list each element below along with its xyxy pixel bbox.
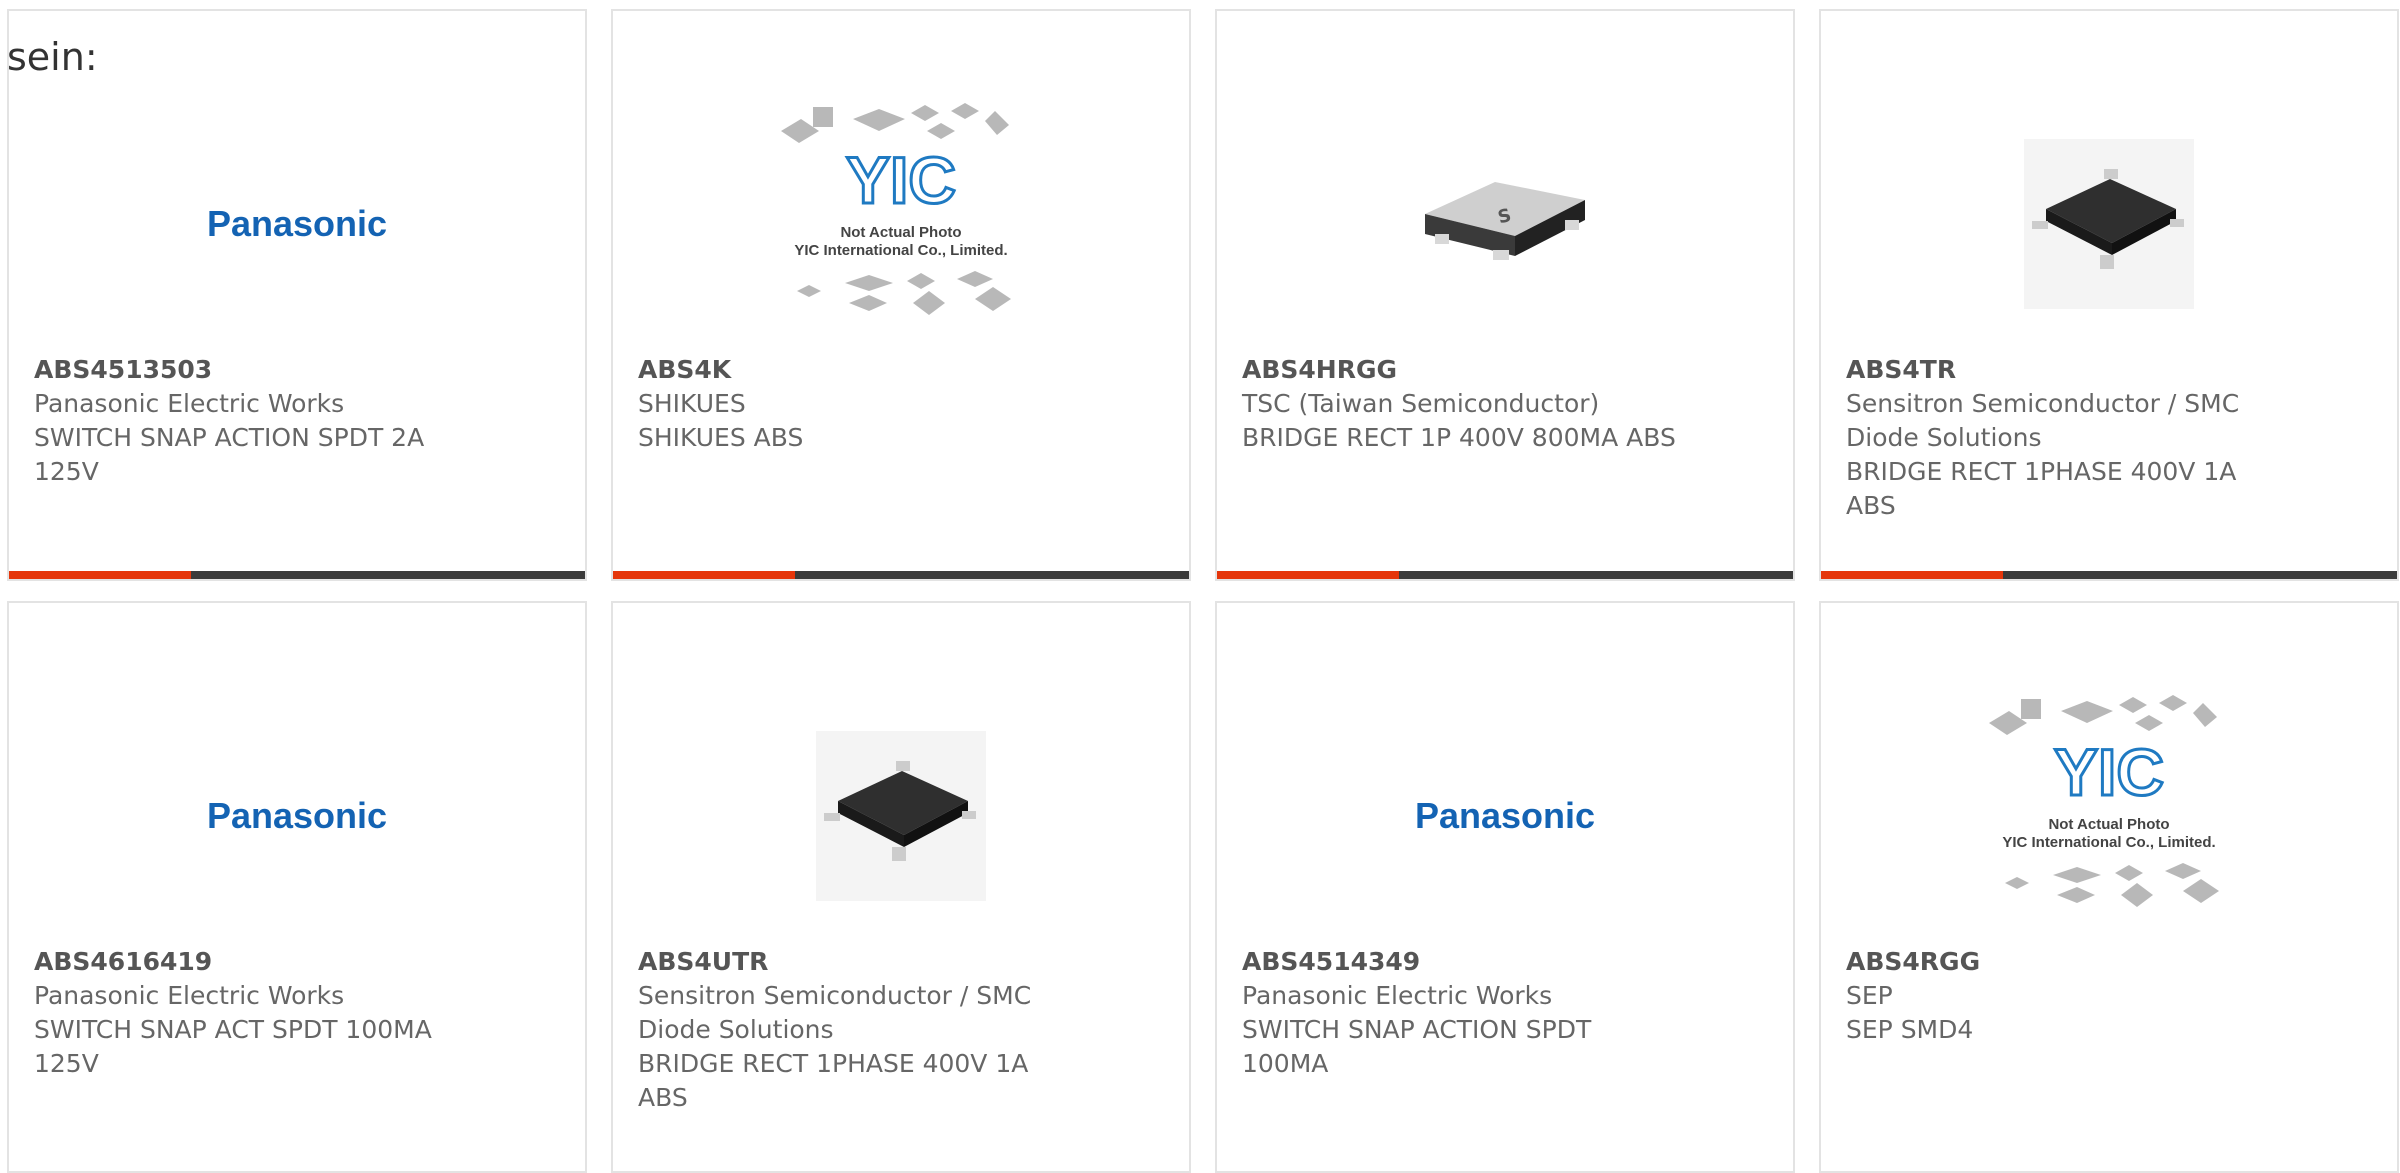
yic-placeholder-image: YIC Not Actual Photo YIC International C… <box>781 103 1011 315</box>
description: BRIDGE RECT 1PHASE 400V 1A ABS <box>638 1049 1029 1112</box>
image-caption: Not Actual Photo <box>840 224 961 241</box>
manufacturer: Sensitron Semiconductor / SMC Diode Solu… <box>638 981 1032 1044</box>
image-caption: Not Actual Photo <box>2048 816 2169 833</box>
part-number-link[interactable]: ABS4TR <box>1846 353 2286 387</box>
description: SWITCH SNAP ACT SPDT 100MA 125V <box>34 1015 432 1078</box>
manufacturer: SHIKUES <box>638 389 746 418</box>
tsc-chip-photo: S <box>1425 182 1585 260</box>
product-image[interactable] <box>613 681 1189 951</box>
description: SWITCH SNAP ACTION SPDT 100MA <box>1242 1015 1592 1078</box>
product-image[interactable]: Panasonic <box>9 89 585 359</box>
product-card[interactable]: YIC Not Actual Photo YIC International C… <box>1819 601 2399 1173</box>
product-grid: Panasonic ABS4513503 Panasonic Electric … <box>7 9 2400 1173</box>
part-number-link[interactable]: ABS4616419 <box>34 945 474 979</box>
yic-logo: YIC <box>846 143 956 217</box>
panasonic-logo: Panasonic <box>206 203 388 244</box>
manufacturer: SEP <box>1846 981 1893 1010</box>
card-bar-accent <box>1821 571 2003 579</box>
yic-placeholder-image: YIC Not Actual Photo YIC International C… <box>1989 695 2219 907</box>
description: SHIKUES ABS <box>638 423 804 452</box>
image-caption: YIC International Co., Limited. <box>2002 834 2215 851</box>
card-bar-accent <box>1217 571 1399 579</box>
product-image[interactable]: YIC Not Actual Photo YIC International C… <box>613 81 1189 351</box>
description: BRIDGE RECT 1PHASE 400V 1A ABS <box>1846 457 2237 520</box>
card-bar <box>613 571 1189 579</box>
product-image[interactable]: S <box>1217 89 1793 359</box>
product-card[interactable]: Panasonic ABS4616419 Panasonic Electric … <box>7 601 587 1173</box>
product-image[interactable]: YIC Not Actual Photo YIC International C… <box>1821 673 2397 943</box>
part-number-link[interactable]: ABS4K <box>638 353 1078 387</box>
card-bar <box>9 571 585 579</box>
image-caption: YIC International Co., Limited. <box>794 242 1007 259</box>
description: BRIDGE RECT 1P 400V 800MA ABS <box>1242 423 1676 452</box>
manufacturer: Panasonic Electric Works <box>34 981 345 1010</box>
card-bar-accent <box>613 571 795 579</box>
product-card[interactable]: ABS4TR Sensitron Semiconductor / SMC Dio… <box>1819 9 2399 581</box>
manufacturer: Panasonic Electric Works <box>34 389 345 418</box>
manufacturer: Panasonic Electric Works <box>1242 981 1553 1010</box>
description: SEP SMD4 <box>1846 1015 1974 1044</box>
card-bar-accent <box>9 571 191 579</box>
part-number-link[interactable]: ABS4514349 <box>1242 945 1682 979</box>
intro-label: sein: <box>7 35 98 79</box>
product-card[interactable]: ABS4UTR Sensitron Semiconductor / SMC Di… <box>611 601 1191 1173</box>
part-number-link[interactable]: ABS4HRGG <box>1242 353 1682 387</box>
panasonic-logo: Panasonic <box>1414 795 1596 836</box>
panasonic-logo: Panasonic <box>206 795 388 836</box>
part-number-link[interactable]: ABS4RGG <box>1846 945 2286 979</box>
product-image[interactable]: Panasonic <box>9 681 585 951</box>
product-card[interactable]: Panasonic ABS4513503 Panasonic Electric … <box>7 9 587 581</box>
card-bar <box>1217 571 1793 579</box>
manufacturer: TSC (Taiwan Semiconductor) <box>1242 389 1600 418</box>
product-card[interactable]: S ABS4HRGG TSC (Taiwan Semiconductor) BR… <box>1215 9 1795 581</box>
part-number-link[interactable]: ABS4UTR <box>638 945 1078 979</box>
manufacturer: Sensitron Semiconductor / SMC Diode Solu… <box>1846 389 2240 452</box>
yic-logo: YIC <box>2054 735 2164 809</box>
card-bar <box>1821 571 2397 579</box>
product-card[interactable]: Panasonic ABS4514349 Panasonic Electric … <box>1215 601 1795 1173</box>
product-image[interactable] <box>1821 89 2397 359</box>
smd-chip-photo <box>2024 139 2194 309</box>
product-card[interactable]: YIC Not Actual Photo YIC International C… <box>611 9 1191 581</box>
product-image[interactable]: Panasonic <box>1217 681 1793 951</box>
part-number-link[interactable]: ABS4513503 <box>34 353 474 387</box>
description: SWITCH SNAP ACTION SPDT 2A 125V <box>34 423 425 486</box>
smd-chip-photo <box>816 731 986 901</box>
